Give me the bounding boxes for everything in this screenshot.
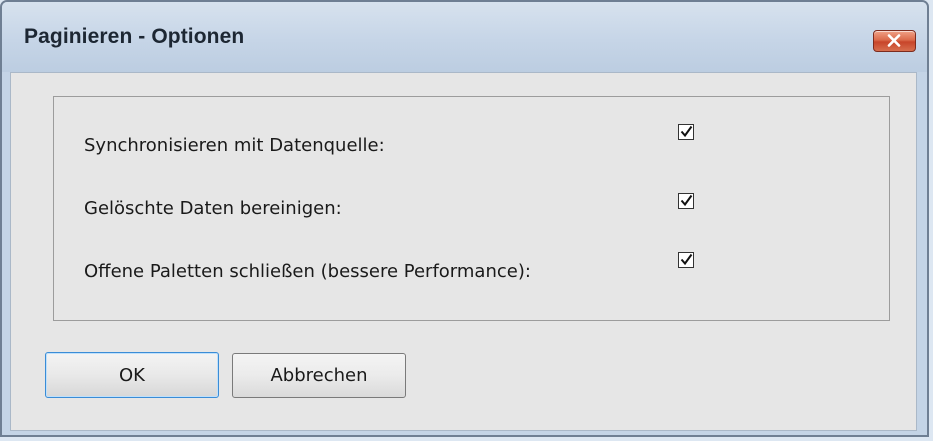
checkbox-cleanup[interactable]	[678, 193, 694, 209]
checkbox-sync[interactable]	[678, 124, 694, 140]
dialog-title: Paginieren - Optionen	[24, 25, 245, 48]
checkmark-icon	[680, 125, 693, 138]
checkbox-close-palettes[interactable]	[678, 252, 694, 268]
option-label-cleanup: Gelöschte Daten bereinigen:	[84, 198, 342, 219]
dialog-window: Paginieren - Optionen Synchronisieren mi…	[0, 0, 929, 437]
cancel-button[interactable]: Abbrechen	[232, 353, 406, 398]
option-label-sync: Synchronisieren mit Datenquelle:	[84, 135, 385, 156]
title-bar[interactable]: Paginieren - Optionen	[2, 2, 927, 72]
dialog-content: Synchronisieren mit Datenquelle: Gelösch…	[10, 72, 917, 431]
option-label-close-palettes: Offene Paletten schließen (bessere Perfo…	[84, 261, 531, 282]
checkmark-icon	[680, 194, 693, 207]
ok-button[interactable]: OK	[45, 352, 219, 398]
close-x-icon	[887, 34, 901, 47]
options-group: Synchronisieren mit Datenquelle: Gelösch…	[53, 96, 890, 321]
checkmark-icon	[680, 253, 693, 266]
close-button[interactable]	[873, 30, 916, 52]
